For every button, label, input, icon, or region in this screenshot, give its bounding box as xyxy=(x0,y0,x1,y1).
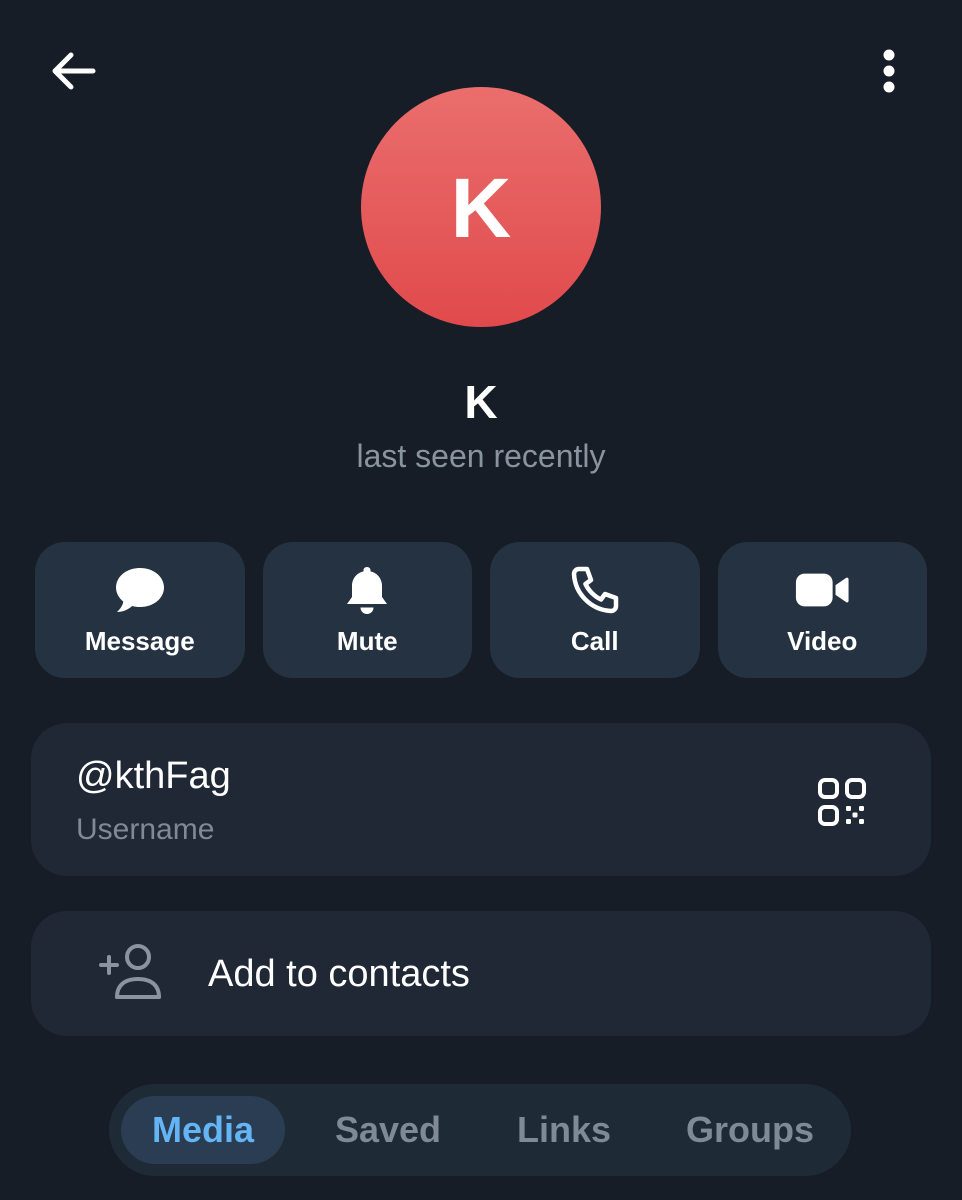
more-options-button[interactable] xyxy=(854,36,924,106)
arrow-left-icon xyxy=(52,52,96,90)
qr-code-button[interactable] xyxy=(809,769,875,835)
call-button[interactable]: Call xyxy=(490,542,700,678)
add-user-icon xyxy=(99,944,161,999)
video-button[interactable]: Video xyxy=(717,542,927,678)
qr-code-icon xyxy=(818,778,866,826)
bell-icon xyxy=(339,562,395,618)
mute-button[interactable]: Mute xyxy=(262,542,472,678)
chat-bubble-icon xyxy=(112,562,168,618)
avatar[interactable]: K xyxy=(361,87,601,327)
profile-name: K xyxy=(464,376,498,428)
call-label: Call xyxy=(570,626,619,656)
username-card[interactable]: @kthFag Username xyxy=(31,723,931,876)
message-button[interactable]: Message xyxy=(35,542,245,678)
video-camera-icon xyxy=(794,562,850,618)
phone-icon xyxy=(567,562,623,618)
tab-links[interactable]: Links xyxy=(489,1096,639,1164)
add-to-contacts-label: Add to contacts xyxy=(208,953,470,995)
media-tabs: Media Saved Links Groups xyxy=(109,1084,851,1176)
profile-status: last seen recently xyxy=(356,438,606,474)
message-label: Message xyxy=(84,626,195,656)
tab-media[interactable]: Media xyxy=(121,1096,285,1164)
video-label: Video xyxy=(787,626,858,656)
mute-label: Mute xyxy=(336,626,398,656)
back-button[interactable] xyxy=(38,36,108,106)
username-caption: Username xyxy=(76,813,215,846)
username-value[interactable]: @kthFag xyxy=(76,753,231,799)
tab-saved[interactable]: Saved xyxy=(309,1096,467,1164)
add-to-contacts-row[interactable]: Add to contacts xyxy=(31,911,931,1036)
action-buttons: Message Mute Call Video xyxy=(35,542,927,678)
tab-groups[interactable]: Groups xyxy=(665,1096,835,1164)
avatar-letter: K xyxy=(450,161,512,255)
more-vertical-icon xyxy=(883,49,895,93)
